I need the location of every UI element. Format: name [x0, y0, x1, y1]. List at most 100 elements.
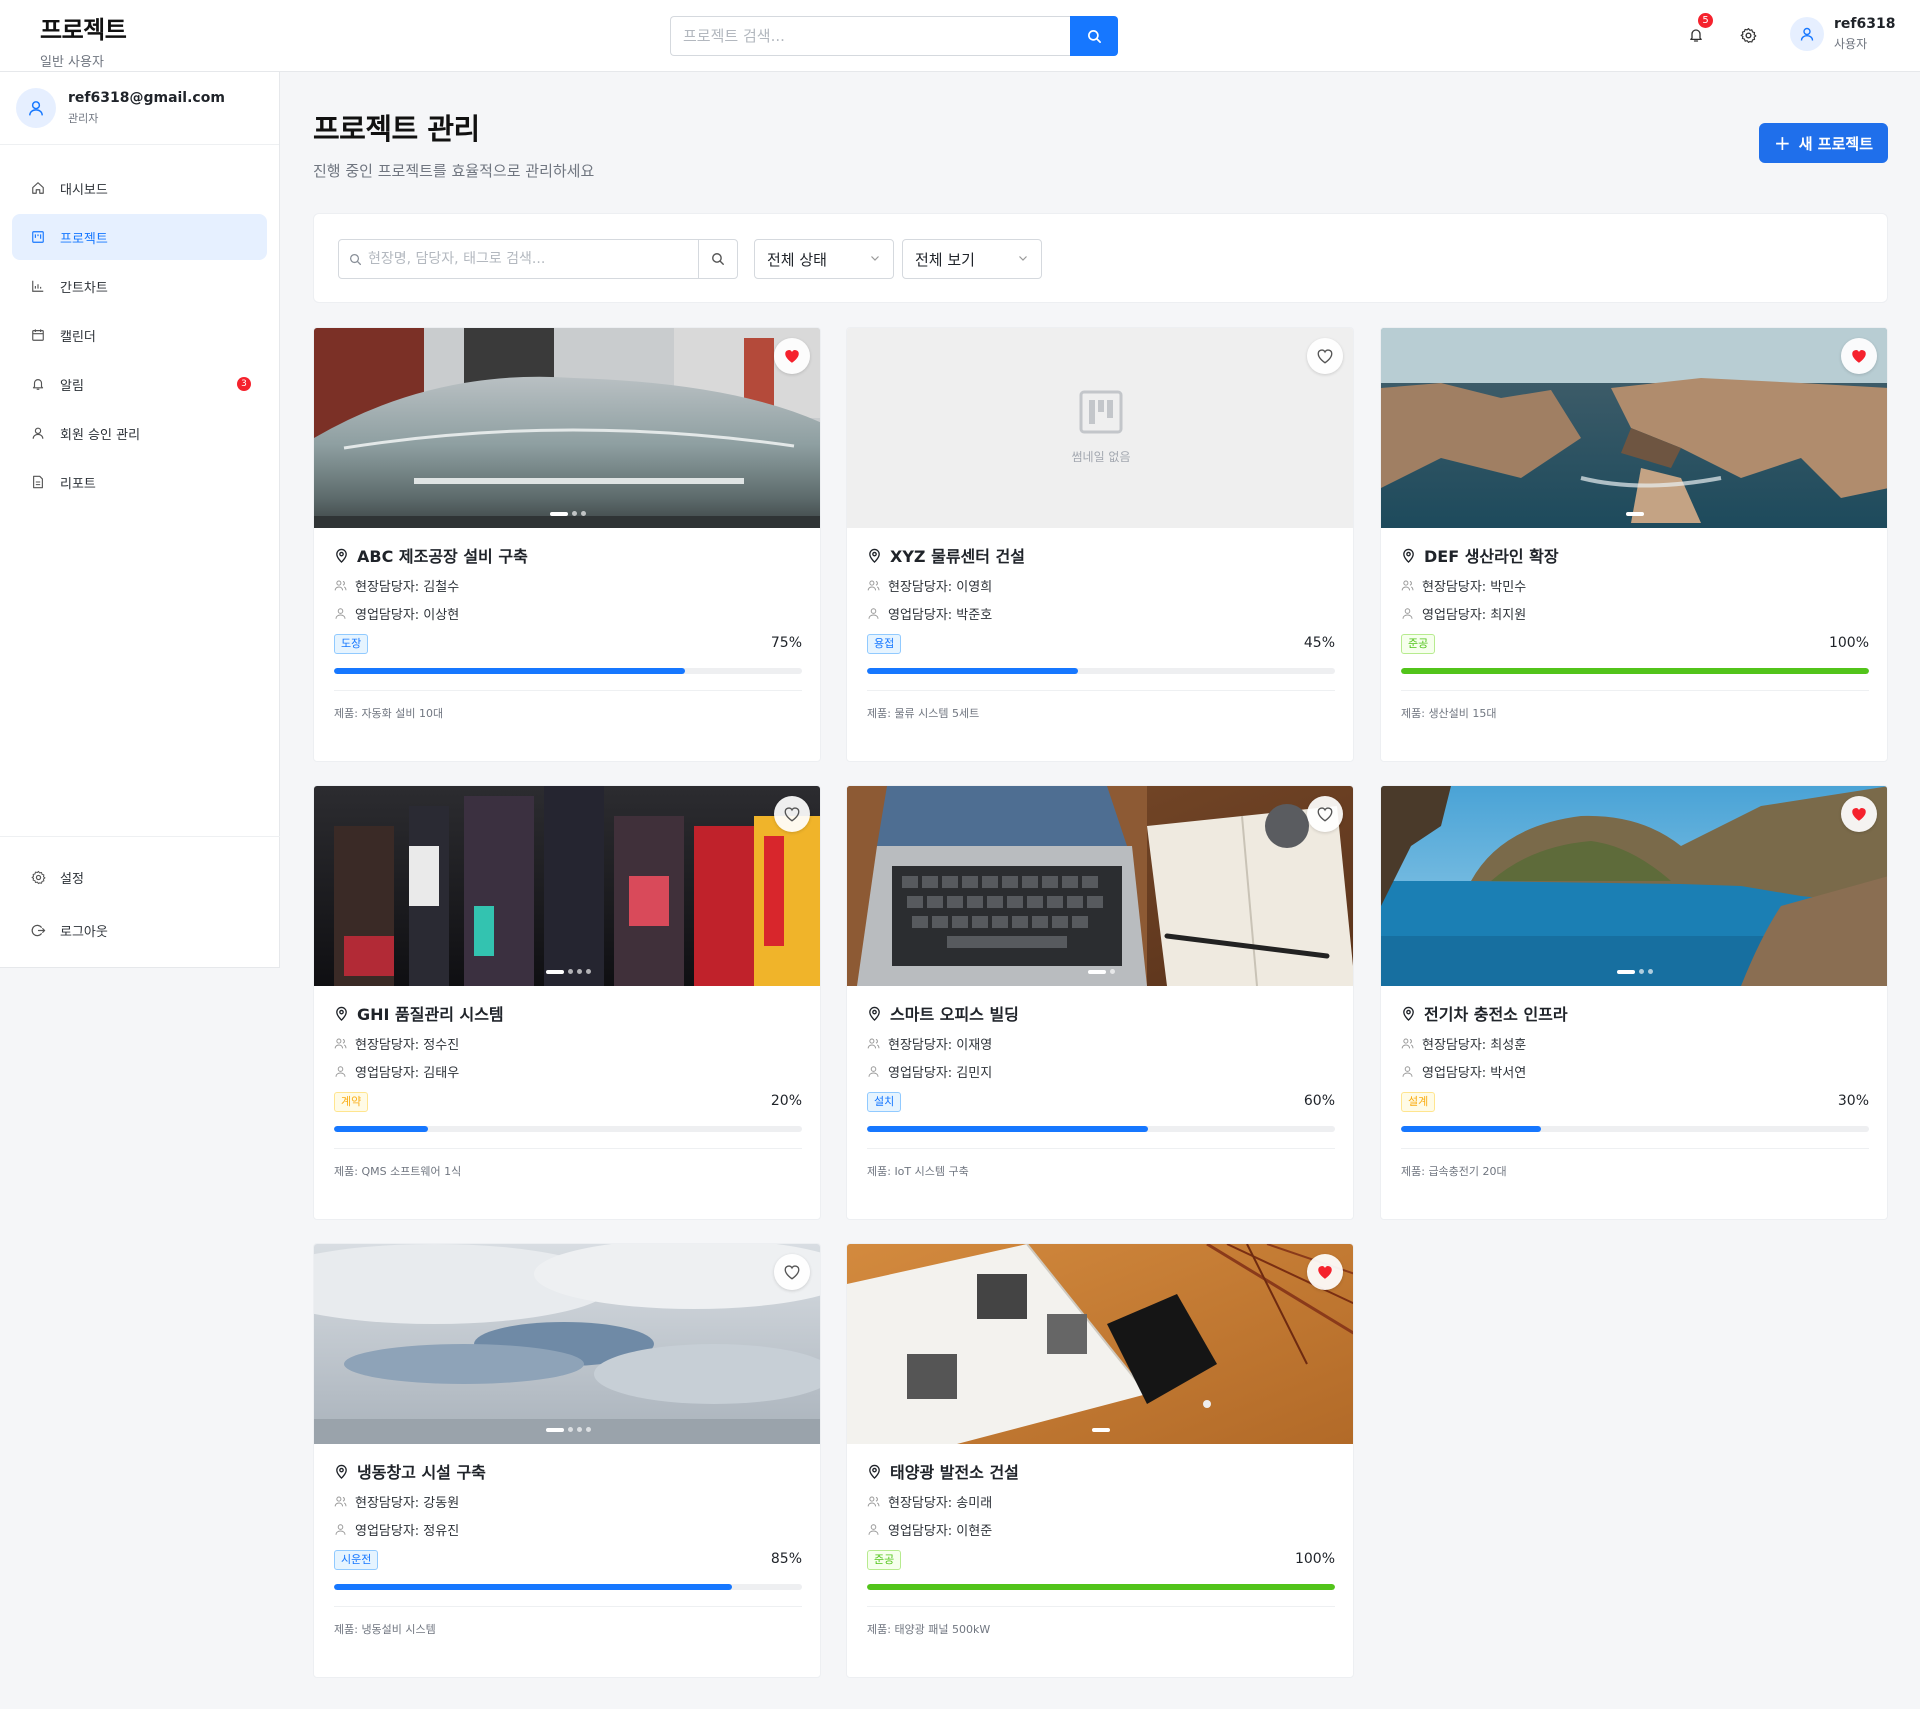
sidebar-user-email: ref6318@gmail.com [68, 90, 225, 106]
global-search-input[interactable] [670, 16, 1070, 56]
team-icon [1401, 1038, 1414, 1048]
project-thumbnail[interactable]: 썸네일 없음 [847, 328, 1353, 528]
user-icon [1800, 27, 1814, 41]
thumbnail-image [1381, 328, 1887, 528]
project-card[interactable]: 냉동창고 시설 구축 현장담당자: 강동원 영업담당자: 정유진 시운전 85% … [313, 1243, 821, 1678]
project-thumbnail[interactable] [1381, 786, 1887, 986]
heart-filled-icon [1852, 350, 1866, 363]
project-search-input[interactable] [368, 251, 698, 267]
progress-bar [867, 1584, 1335, 1590]
no-thumbnail-placeholder: 썸네일 없음 [847, 390, 1353, 465]
product-info: 제품: 급속충전기 20대 [1401, 1165, 1507, 1178]
sidebar-item-reports[interactable]: 리포트 [12, 459, 267, 505]
favorite-button[interactable] [1307, 338, 1343, 374]
chevron-down-icon [871, 256, 879, 261]
chart-icon [32, 280, 44, 292]
favorite-button[interactable] [774, 1254, 810, 1290]
favorite-button[interactable] [1841, 338, 1877, 374]
site-manager: 현장담당자: 송미래 [888, 1495, 993, 1511]
progress-fill [1401, 668, 1869, 674]
settings-button[interactable] [1735, 22, 1761, 48]
sidebar-item-label: 회원 승인 관리 [60, 427, 141, 443]
site-manager: 현장담당자: 정수진 [355, 1037, 460, 1053]
sidebar-item-label: 캘린더 [60, 329, 96, 345]
sales-manager: 영업담당자: 김민지 [888, 1065, 993, 1081]
new-project-button[interactable]: + 새 프로젝트 [1759, 123, 1888, 163]
filter-bar: 전체 상태 전체 보기 [313, 213, 1888, 303]
project-thumbnail[interactable] [1381, 328, 1887, 528]
notification-count-badge: 3 [237, 377, 251, 391]
project-search [338, 239, 738, 279]
notification-button[interactable]: 5 [1683, 13, 1713, 48]
favorite-button[interactable] [1841, 796, 1877, 832]
heart-outline-icon [1317, 349, 1333, 364]
product-info: 제품: 생산설비 15대 [1401, 707, 1497, 720]
global-search-button[interactable] [1070, 16, 1118, 56]
status-badge: 준공 [867, 1550, 902, 1570]
product-info: 제품: 태양광 패널 500kW [867, 1623, 991, 1636]
page-subtitle: 진행 중인 프로젝트를 효율적으로 관리하세요 [313, 162, 595, 180]
chevron-down-icon [1019, 256, 1027, 261]
progress-fill [1401, 1126, 1542, 1132]
location-pin-icon [336, 1006, 347, 1021]
location-pin-icon [869, 548, 880, 563]
sales-manager: 영업담당자: 이현준 [888, 1523, 993, 1539]
project-thumbnail[interactable] [847, 786, 1353, 986]
favorite-button[interactable] [1307, 796, 1343, 832]
view-select[interactable]: 전체 보기 [902, 239, 1042, 279]
team-icon [1401, 580, 1414, 590]
user-icon [29, 101, 43, 116]
project-card[interactable]: 전기차 충전소 인프라 현장담당자: 최성훈 영업담당자: 박서연 설계 30% … [1380, 785, 1888, 1220]
project-thumbnail[interactable] [847, 1244, 1353, 1444]
sidebar-item-projects[interactable]: 프로젝트 [12, 214, 267, 260]
sidebar-item-dashboard[interactable]: 대시보드 [12, 165, 267, 211]
carousel-dots [847, 969, 1353, 974]
view-select-value: 전체 보기 [915, 250, 975, 269]
thumbnail-image [847, 1244, 1353, 1444]
progress-percent: 20% [770, 1093, 802, 1109]
thumbnail-image [314, 786, 820, 986]
sidebar-avatar [16, 88, 56, 128]
home-icon [32, 182, 44, 194]
project-search-button[interactable] [698, 240, 737, 278]
sidebar-item-gantt[interactable]: 간트차트 [12, 263, 267, 309]
sidebar-item-member-approval[interactable]: 회원 승인 관리 [12, 410, 267, 456]
sidebar-item-logout[interactable]: 로그아웃 [12, 907, 267, 953]
favorite-button[interactable] [774, 796, 810, 832]
project-card[interactable]: 썸네일 없음 XYZ 물류센터 건설 현장담당자: 이영희 영업담당자: 박준호… [846, 327, 1354, 762]
sidebar-item-settings[interactable]: 설정 [12, 854, 267, 900]
favorite-button[interactable] [774, 338, 810, 374]
project-thumbnail[interactable] [314, 786, 820, 986]
project-card[interactable]: ABC 제조공장 설비 구축 현장담당자: 김철수 영업담당자: 이상현 도장 7… [313, 327, 821, 762]
project-thumbnail[interactable] [314, 1244, 820, 1444]
project-thumbnail[interactable] [314, 328, 820, 528]
team-icon [334, 1496, 347, 1506]
logout-icon [31, 924, 45, 936]
bell-icon [1690, 29, 1702, 42]
sidebar-item-notifications[interactable]: 알림 3 [12, 361, 267, 407]
favorite-button[interactable] [1307, 1254, 1343, 1290]
status-badge: 시운전 [334, 1550, 379, 1570]
sidebar-item-calendar[interactable]: 캘린더 [12, 312, 267, 358]
project-card[interactable]: 스마트 오피스 빌딩 현장담당자: 이재영 영업담당자: 김민지 설치 60% 제… [846, 785, 1354, 1220]
status-select-value: 전체 상태 [767, 250, 827, 269]
sidebar-item-label: 대시보드 [60, 182, 108, 198]
user-menu[interactable]: ref6318 사용자 [1790, 16, 1895, 52]
sales-manager: 영업담당자: 최지원 [1422, 607, 1527, 623]
project-card[interactable]: GHI 품질관리 시스템 현장담당자: 정수진 영업담당자: 김태우 계약 20%… [313, 785, 821, 1220]
search-icon [1087, 29, 1101, 43]
thumbnail-image [847, 786, 1353, 986]
board-icon [1079, 390, 1123, 434]
status-select[interactable]: 전체 상태 [754, 239, 894, 279]
project-card[interactable]: 태양광 발전소 건설 현장담당자: 송미래 영업담당자: 이현준 준공 100% … [846, 1243, 1354, 1678]
project-title: DEF 생산라인 확장 [1424, 547, 1559, 566]
sidebar-divider [0, 836, 280, 837]
project-card[interactable]: DEF 생산라인 확장 현장담당자: 박민수 영업담당자: 최지원 준공 100%… [1380, 327, 1888, 762]
top-header: 프로젝트 일반 사용자 5 ref6318 사용자 [0, 0, 1920, 72]
carousel-dots [1381, 512, 1887, 516]
notification-badge: 5 [1698, 13, 1713, 28]
user-role: 사용자 [1834, 37, 1868, 51]
gear-icon [1740, 27, 1756, 43]
user-icon [335, 1065, 346, 1077]
progress-bar [867, 1126, 1335, 1132]
